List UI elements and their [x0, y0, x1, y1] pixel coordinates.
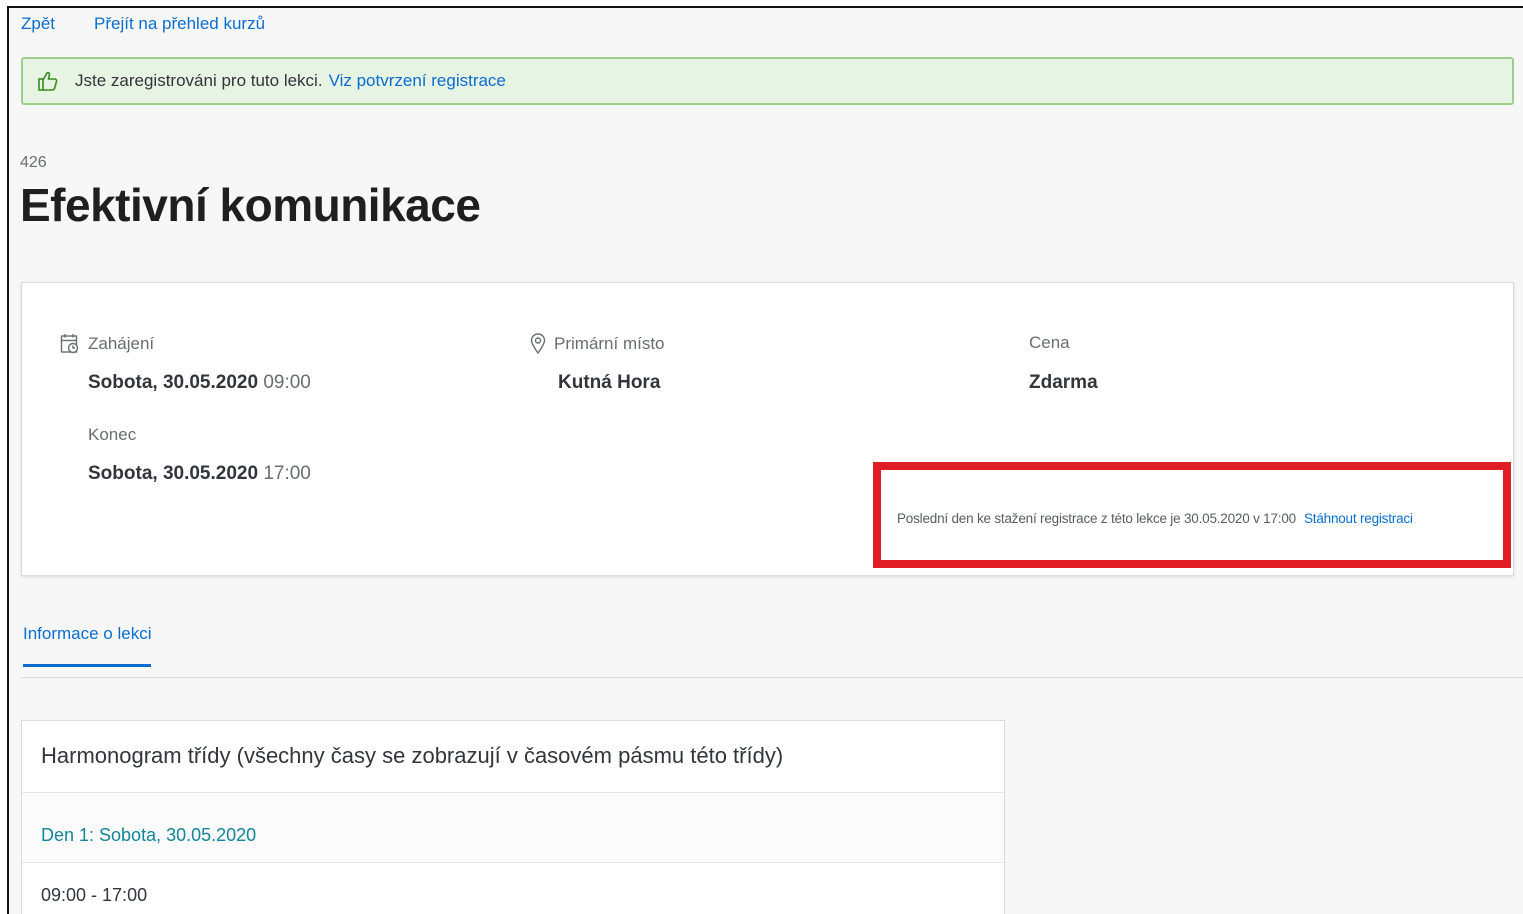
end-label: Konec: [88, 425, 137, 444]
schedule-title: Harmonogram třídy (všechny časy se zobra…: [22, 721, 1004, 793]
start-time: 09:00: [263, 372, 311, 393]
schedule-day-heading: Den 1: Sobota, 30.05.2020: [22, 793, 1004, 863]
course-details-card: Zahájení Sobota, 30.05.2020 09:00 Konec …: [21, 282, 1514, 576]
page-frame: Zpět Přejít na přehled kurzů Jste zaregi…: [7, 6, 1523, 914]
end-value: Sobota, 30.05.2020 17:00: [88, 463, 311, 485]
withdraw-deadline-text: Poslední den ke stažení registrace z tét…: [897, 511, 1296, 526]
start-label: Zahájení: [60, 333, 154, 355]
location-label: Primární místo: [530, 333, 665, 355]
course-number: 426: [20, 154, 47, 171]
end-time: 17:00: [263, 463, 311, 484]
price-value: Zdarma: [1029, 372, 1098, 393]
view-confirmation-link[interactable]: Viz potvrzení registrace: [329, 71, 506, 91]
withdraw-deadline-highlight: Poslední den ke stažení registrace z tét…: [873, 462, 1511, 568]
thumbs-up-icon: [37, 70, 59, 92]
start-date: Sobota, 30.05.2020: [88, 372, 259, 393]
end-date: Sobota, 30.05.2020: [88, 463, 259, 484]
class-schedule-panel: Harmonogram třídy (všechny časy se zobra…: [21, 720, 1005, 914]
message-text: Jste zaregistrováni pro tuto lekci.: [75, 71, 323, 90]
location-value: Kutná Hora: [558, 372, 661, 393]
page-title: Efektivní komunikace: [20, 179, 481, 231]
registration-success-message: Jste zaregistrováni pro tuto lekci. Viz …: [21, 57, 1514, 105]
start-value: Sobota, 30.05.2020 09:00: [88, 372, 311, 394]
tab-course-info[interactable]: Informace o lekci: [23, 624, 152, 667]
withdraw-deadline: Poslední den ke stažení registrace z tét…: [897, 511, 1413, 526]
course-overview-link[interactable]: Přejít na přehled kurzů: [94, 14, 265, 34]
schedule-time-range: 09:00 - 17:00: [41, 885, 148, 905]
calendar-icon: [60, 333, 80, 355]
location-label-text: Primární místo: [554, 334, 665, 353]
price-label: Cena: [1029, 333, 1070, 352]
withdraw-registration-link[interactable]: Stáhnout registraci: [1304, 511, 1413, 526]
start-label-text: Zahájení: [88, 334, 155, 353]
location-pin-icon: [530, 333, 546, 355]
tab-bar: Informace o lekci: [21, 618, 1523, 678]
back-link[interactable]: Zpět: [21, 14, 55, 34]
